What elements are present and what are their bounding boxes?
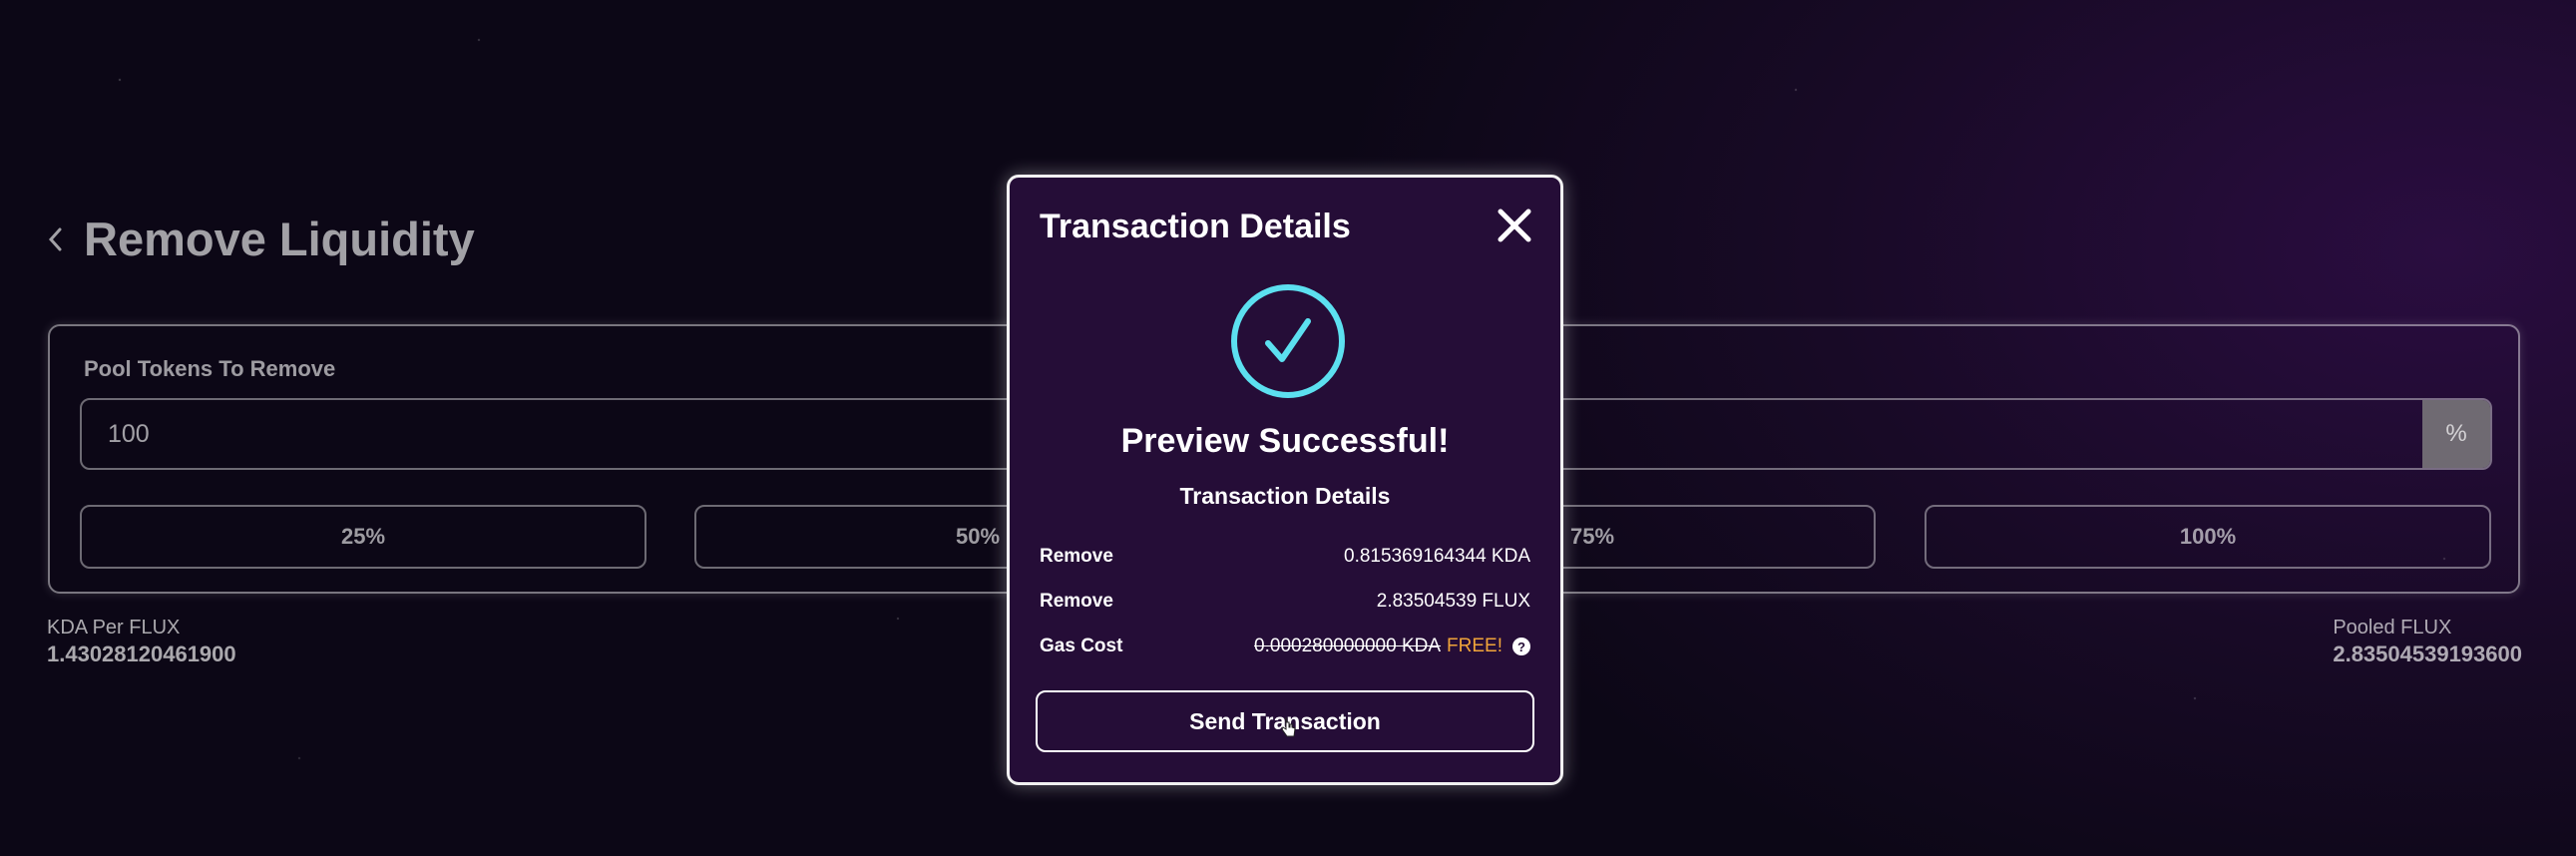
detail-label: Remove xyxy=(1040,546,1113,567)
help-icon[interactable]: ? xyxy=(1512,638,1530,655)
percent-100-button[interactable]: 100% xyxy=(1925,505,2491,569)
gas-cost-value: 0.000280000000 KDA FREE! ? xyxy=(1254,636,1530,657)
page-header: Remove Liquidity xyxy=(46,212,475,266)
kda-per-flux-stat: KDA Per FLUX 1.43028120461900 xyxy=(47,617,236,667)
gas-amount: 0.000280000000 KDA xyxy=(1254,636,1442,656)
cursor-icon xyxy=(1281,716,1296,737)
transaction-details-modal: Transaction Details Preview Successful! … xyxy=(1007,175,1563,785)
stat-label: KDA Per FLUX xyxy=(47,617,181,639)
free-badge: FREE! xyxy=(1447,636,1503,656)
detail-value: 0.815369164344 KDA xyxy=(1344,546,1530,567)
stat-label: Pooled FLUX xyxy=(2333,617,2452,639)
detail-label: Remove xyxy=(1040,591,1113,612)
detail-row: Remove 2.83504539 FLUX xyxy=(1040,588,1530,616)
stat-value: 2.83504539193600 xyxy=(2333,642,2522,666)
check-circle-icon xyxy=(1231,284,1345,398)
detail-row: Remove 0.815369164344 KDA xyxy=(1040,543,1530,571)
pool-tokens-label: Pool Tokens To Remove xyxy=(84,356,336,381)
close-icon[interactable] xyxy=(1495,206,1534,245)
page-title: Remove Liquidity xyxy=(84,213,475,265)
detail-value: 2.83504539 FLUX xyxy=(1376,591,1530,612)
percent-suffix: % xyxy=(2422,400,2490,468)
pooled-flux-stat: Pooled FLUX 2.83504539193600 xyxy=(2333,617,2522,667)
details-subtitle: Transaction Details xyxy=(1179,483,1391,509)
gas-cost-row: Gas Cost 0.000280000000 KDA FREE! ? xyxy=(1040,633,1530,660)
modal-title: Transaction Details xyxy=(1040,208,1351,245)
preview-success-title: Preview Successful! xyxy=(1120,422,1450,460)
gas-cost-label: Gas Cost xyxy=(1040,636,1123,656)
chevron-left-icon[interactable] xyxy=(46,224,64,254)
stat-value: 1.43028120461900 xyxy=(47,642,236,666)
percent-25-button[interactable]: 25% xyxy=(80,505,646,569)
